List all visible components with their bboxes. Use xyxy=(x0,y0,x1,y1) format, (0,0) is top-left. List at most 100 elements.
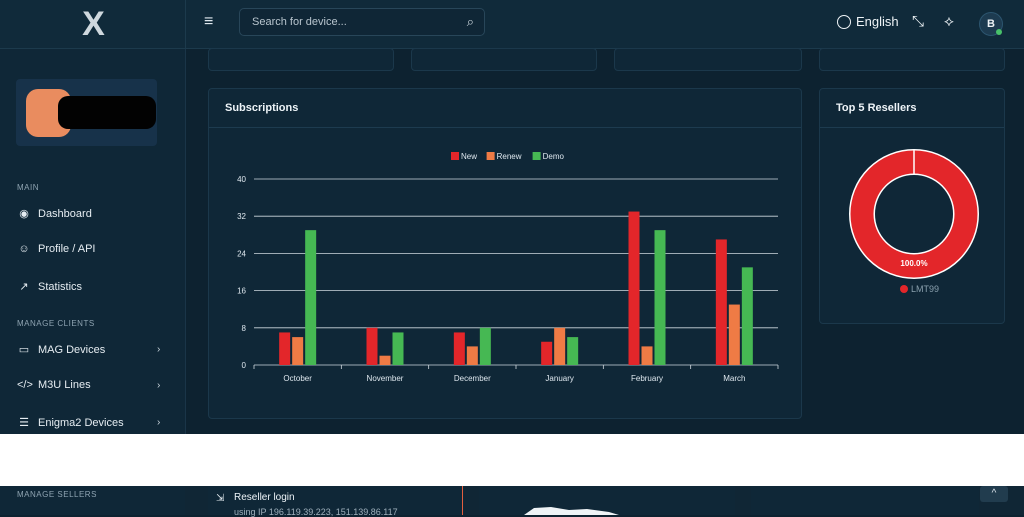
stat-card xyxy=(411,48,597,71)
subscriptions-chart: 0 8 16 24 32 40 October November December January… xyxy=(237,152,779,383)
sidebar-item-label: Enigma2 Devices xyxy=(38,416,124,429)
chevron-right-icon[interactable]: › xyxy=(157,344,160,355)
profile-card[interactable] xyxy=(16,79,157,146)
user-icon: ☺ xyxy=(18,243,30,255)
y-tick-label: 32 xyxy=(237,212,246,221)
bar-renew-november xyxy=(379,355,391,365)
y-tick-label: 0 xyxy=(242,361,247,370)
world-map-card xyxy=(479,486,735,515)
resellers-donut-chart: 100.0% LMT99 xyxy=(849,149,979,294)
monitor-icon: ▭ xyxy=(18,344,30,356)
bar-new-january xyxy=(541,341,553,365)
bar-new-october xyxy=(279,332,291,365)
profile-redaction xyxy=(58,96,156,129)
logo-mark: X xyxy=(82,4,105,43)
chevron-right-icon[interactable]: › xyxy=(157,380,160,391)
card xyxy=(751,486,979,515)
language-label: English xyxy=(856,14,899,29)
legend-label-new: New xyxy=(461,152,477,161)
sidebar-item-statistics[interactable]: ↗ Statistics xyxy=(17,280,83,294)
sidebar-continued: MANAGE SELLERS xyxy=(0,486,185,515)
share-icon[interactable]: ⟡ xyxy=(944,13,954,30)
sidebar: MAIN ◉ Dashboard ☺ Profile / API ↗ Statisti… xyxy=(0,49,186,434)
bar-demo-march xyxy=(741,267,753,365)
bar-demo-december xyxy=(479,327,491,365)
top-bar: X ≡ ⌕ English ⤡ ⟡ B xyxy=(0,0,1024,49)
legend-swatch-demo xyxy=(532,152,541,160)
sidebar-item-label: Dashboard xyxy=(38,207,92,220)
bar-demo-october xyxy=(305,230,317,365)
sidebar-item-label: Profile / API xyxy=(38,243,96,255)
top-resellers-card: Top 5 Resellers 100.0% LMT99 xyxy=(819,88,1005,324)
y-tick-label: 16 xyxy=(237,287,246,296)
bar-renew-january xyxy=(554,327,566,365)
y-tick-label: 24 xyxy=(237,249,246,258)
x-tick-label: January xyxy=(545,374,573,383)
activity-detail: using IP 196.119.39.223, 151.139.86.117 xyxy=(234,507,398,517)
subscriptions-card: Subscriptions 0 8 16 24 32 40 October November D… xyxy=(208,88,802,419)
collapse-fullscreen-icon[interactable]: ⤡ xyxy=(912,13,924,30)
x-tick-label: October xyxy=(283,374,312,383)
search-box[interactable]: ⌕ xyxy=(239,8,485,36)
section-manage-clients: MANAGE CLIENTS xyxy=(17,319,95,328)
x-tick-label: November xyxy=(367,374,404,383)
y-tick-label: 40 xyxy=(237,175,246,184)
activity-title: Reseller login xyxy=(234,492,295,503)
activity-card: ⇲ Reseller login using IP 196.119.39.223… xyxy=(208,486,463,517)
login-icon: ⇲ xyxy=(216,493,225,504)
language-selector[interactable]: English xyxy=(837,14,899,29)
legend-swatch xyxy=(900,285,908,293)
card-title: Subscriptions xyxy=(225,102,299,114)
legend-label-demo: Demo xyxy=(543,152,565,161)
legend-label[interactable]: LMT99 xyxy=(911,284,939,294)
x-tick-label: March xyxy=(723,374,745,383)
sidebar-item-profile-api[interactable]: ☺ Profile / API xyxy=(17,243,95,255)
menu-toggle-icon[interactable]: ≡ xyxy=(204,14,220,30)
stat-card xyxy=(819,48,1005,71)
bar-demo-november xyxy=(392,332,404,365)
x-tick-label: February xyxy=(631,374,663,383)
dashboard-icon: ◉ xyxy=(19,208,29,220)
chevron-right-icon[interactable]: › xyxy=(157,417,160,428)
code-icon: </> xyxy=(17,379,33,391)
sidebar-item-dashboard[interactable]: ◉ Dashboard xyxy=(17,207,92,221)
logo[interactable]: X xyxy=(0,0,186,48)
bar-renew-february xyxy=(641,346,653,365)
bar-demo-february xyxy=(654,230,666,365)
stat-card xyxy=(614,48,802,71)
search-input[interactable] xyxy=(250,15,454,29)
online-status-dot xyxy=(996,29,1002,35)
card-title: Top 5 Resellers xyxy=(836,102,917,114)
legend-swatch-new xyxy=(451,152,459,160)
server-icon: ☰ xyxy=(19,417,29,429)
blank-overlay xyxy=(0,434,1024,486)
avatar-initial: B xyxy=(987,18,995,30)
bar-new-february xyxy=(628,211,640,365)
y-tick-label: 8 xyxy=(242,324,247,333)
sidebar-item-label: M3U Lines xyxy=(38,379,91,391)
bar-new-march xyxy=(715,239,727,365)
bar-renew-march xyxy=(728,304,740,365)
stat-card xyxy=(208,48,394,71)
sidebar-item-mag-devices[interactable]: ▭ MAG Devices xyxy=(17,343,106,357)
legend-label-renew: Renew xyxy=(497,152,522,161)
world-map xyxy=(524,507,619,515)
bar-demo-january xyxy=(567,337,579,365)
sidebar-item-label: MAG Devices xyxy=(38,343,106,356)
legend-swatch-renew xyxy=(486,152,495,160)
sidebar-item-label: Statistics xyxy=(38,280,83,293)
bar-new-december xyxy=(453,332,465,365)
scroll-top-button[interactable]: ^ xyxy=(980,486,1008,502)
donut-slice-lmt99[interactable] xyxy=(850,150,978,278)
sidebar-item-m3u-lines[interactable]: </> M3U Lines xyxy=(17,379,91,391)
search-icon[interactable]: ⌕ xyxy=(467,14,474,30)
section-manage-sellers: MANAGE SELLERS xyxy=(17,490,97,499)
section-main: MAIN xyxy=(17,183,39,192)
globe-icon xyxy=(837,14,851,29)
chart-line-icon: ↗ xyxy=(19,281,29,293)
sidebar-item-enigma2-devices[interactable]: ☰ Enigma2 Devices xyxy=(17,416,124,430)
bar-new-november xyxy=(366,327,378,365)
x-tick-label: December xyxy=(454,374,491,383)
bar-renew-december xyxy=(466,346,478,365)
bar-renew-october xyxy=(292,337,304,365)
